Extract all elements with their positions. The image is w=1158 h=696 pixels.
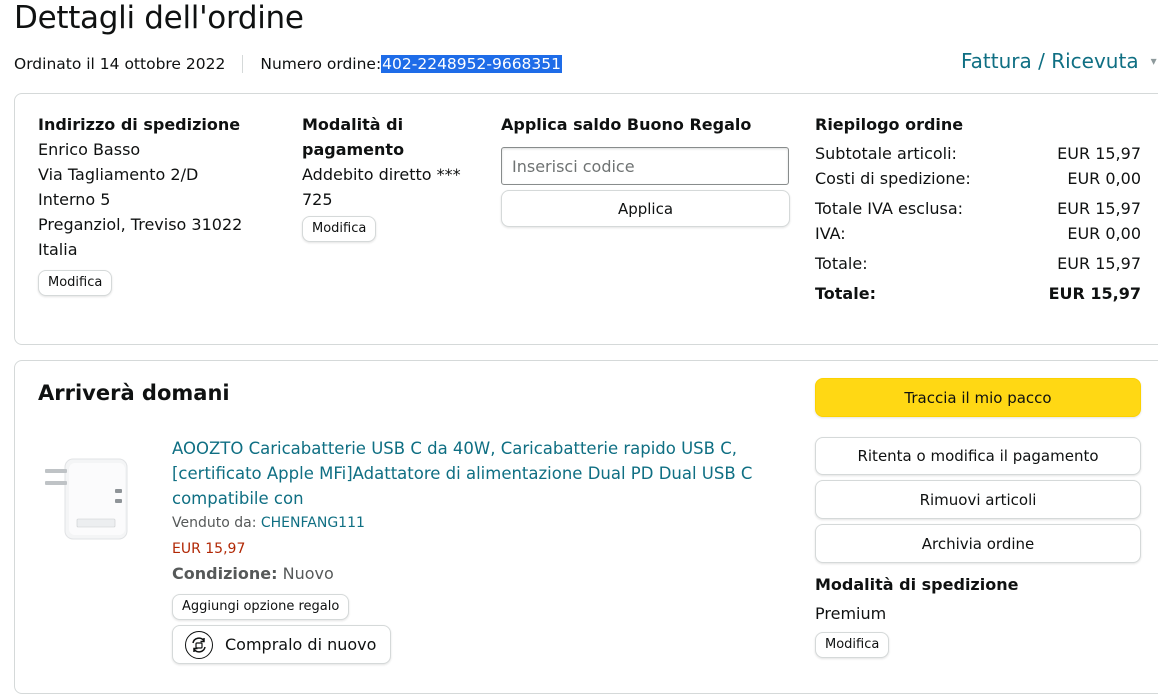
summary-value: EUR 15,97 — [1057, 254, 1141, 273]
delivery-status-title: Arriverà domani — [38, 381, 230, 405]
sold-by: Venduto da: CHENFANG111 — [172, 515, 365, 531]
summary-total-label: Totale: — [815, 284, 876, 303]
shipping-method-title: Modalità di spedizione — [815, 575, 1019, 594]
buy-again-label[interactable]: Compralo di nuovo — [225, 635, 376, 654]
summary-value: EUR 0,00 — [1067, 224, 1141, 243]
summary-row: IVA: EUR 0,00 — [815, 224, 1141, 243]
summary-row: Totale IVA esclusa: EUR 15,97 — [815, 199, 1141, 218]
invoice-link[interactable]: Fattura / Ricevuta ▾ — [961, 49, 1157, 73]
order-number[interactable]: 402-2248952-9668351 — [381, 55, 563, 73]
apply-gift-button[interactable]: Applica — [501, 190, 790, 227]
payment-method-line2: 725 — [302, 190, 333, 209]
product-price: EUR 15,97 — [172, 541, 246, 557]
address-line: Italia — [38, 240, 78, 259]
edit-address-button[interactable]: Modifica — [38, 270, 113, 296]
summary-title: Riepilogo ordine — [815, 112, 963, 137]
order-date: Ordinato il 14 ottobre 2022 — [14, 55, 226, 73]
order-meta: Ordinato il 14 ottobre 2022 Numero ordin… — [14, 55, 563, 73]
address-line: Preganziol, Treviso 31022 — [38, 215, 243, 234]
summary-total-row: Totale: EUR 15,97 — [815, 284, 1141, 303]
gift-card-title: Applica saldo Buono Regalo — [501, 115, 752, 134]
address-line: Enrico Basso — [38, 140, 141, 159]
summary-label: Totale IVA esclusa: — [815, 199, 964, 218]
summary-value: EUR 15,97 — [1057, 199, 1141, 218]
summary-title-text: Riepilogo ordine — [815, 115, 964, 134]
summary-total-value: EUR 15,97 — [1048, 284, 1141, 303]
address-line: Interno 5 — [38, 190, 111, 209]
summary-label: IVA: — [815, 224, 846, 243]
invoice-link-label[interactable]: Fattura / Ricevuta — [961, 49, 1139, 73]
track-package-button[interactable]: Traccia il mio pacco — [815, 378, 1141, 417]
shipping-address-title: Indirizzo di spedizione — [38, 115, 241, 134]
order-info-box: Indirizzo di spedizione Enrico Basso Via… — [14, 93, 1158, 345]
shipment-box: Arriverà domani AOOZTO Caricabatterie US… — [14, 360, 1158, 694]
divider — [242, 55, 244, 73]
shipping-address-section: Indirizzo di spedizione Enrico Basso Via… — [38, 112, 278, 296]
address-line: Via Tagliamento 2/D — [38, 165, 199, 184]
product-image[interactable] — [43, 449, 133, 549]
order-number-label: Numero ordine: — [260, 55, 382, 73]
product-title-link[interactable]: AOOZTO Caricabatterie USB C da 40W, Cari… — [172, 436, 762, 511]
summary-label: Totale: — [815, 254, 868, 273]
summary-label: Costi di spedizione: — [815, 169, 971, 188]
archive-order-button[interactable]: Archivia ordine — [815, 524, 1141, 563]
payment-section: Modalità di pagamento Addebito diretto *… — [302, 112, 482, 242]
seller-link[interactable]: CHENFANG111 — [261, 515, 365, 531]
summary-row: Costi di spedizione: EUR 0,00 — [815, 169, 1141, 188]
buy-again-icon — [185, 630, 213, 659]
payment-method-line1: Addebito diretto *** — [302, 165, 461, 184]
edit-shipping-method-button[interactable]: Modifica — [815, 632, 890, 658]
condition-label: Condizione: — [172, 564, 278, 583]
page-title: Dettagli dell'ordine — [14, 0, 304, 36]
chevron-down-icon[interactable]: ▾ — [1151, 54, 1157, 68]
add-gift-option-button[interactable]: Aggiungi opzione regalo — [172, 594, 350, 620]
summary-label: Subtotale articoli: — [815, 144, 957, 163]
shipping-method-section: Modalità di spedizione Premium Modifica — [815, 572, 1018, 658]
retry-payment-button[interactable]: Ritenta o modifica il pagamento — [815, 437, 1141, 475]
gift-code-input[interactable] — [501, 147, 789, 185]
product-condition: Condizione: Nuovo — [172, 564, 334, 583]
summary-value: EUR 15,97 — [1057, 144, 1141, 163]
sold-by-label: Venduto da: — [172, 515, 261, 531]
payment-title-line2: pagamento — [302, 140, 405, 159]
summary-row: Subtotale articoli: EUR 15,97 — [815, 144, 1141, 163]
summary-row: Totale: EUR 15,97 — [815, 254, 1141, 273]
gift-card-section: Applica saldo Buono Regalo — [501, 112, 801, 137]
condition-value: Nuovo — [282, 564, 334, 583]
summary-value: EUR 0,00 — [1067, 169, 1141, 188]
remove-items-button[interactable]: Rimuovi articoli — [815, 480, 1141, 519]
shipping-method-value: Premium — [815, 604, 887, 623]
payment-title-line1: Modalità di — [302, 115, 404, 134]
buy-again-button[interactable]: Compralo di nuovo — [172, 625, 392, 664]
edit-payment-button[interactable]: Modifica — [302, 216, 377, 242]
